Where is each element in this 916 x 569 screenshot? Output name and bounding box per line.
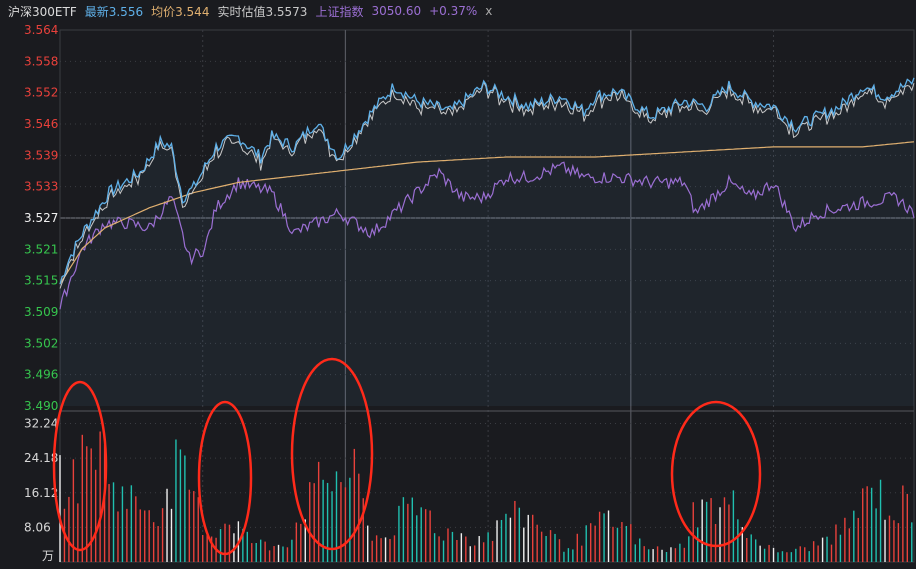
volume-unit-label: 万: [42, 549, 54, 563]
price-tick-label: 3.496: [24, 368, 58, 382]
price-tick-label: 3.546: [24, 117, 58, 131]
price-tick-label: 3.502: [24, 336, 58, 350]
price-tick-label: 3.552: [24, 86, 58, 100]
close-icon[interactable]: x: [485, 4, 492, 18]
volume-bars: [59, 431, 913, 562]
circle-left: [52, 380, 108, 552]
index-value: 3050.60: [371, 4, 422, 18]
volume-tick-label: 16.12: [24, 486, 58, 500]
index-change: +0.37%: [429, 4, 478, 18]
price-lines: [59, 77, 915, 407]
price-tick-label: 3.564: [24, 23, 58, 37]
iopv-value: 实时估值3.5573: [217, 4, 308, 19]
price-axis: 3.564 3.558 3.552 3.546 3.539 3.533 3.527 3.521…: [24, 23, 58, 413]
volume-tick-label: 32.24: [24, 417, 58, 431]
intraday-chart[interactable]: 3.564 3.558 3.552 3.546 3.539 3.533 3.527 3.521…: [0, 22, 916, 569]
price-tick-label: 3.515: [24, 274, 58, 288]
price-tick-label: 3.527: [24, 211, 58, 225]
volume-axis: 32.2424.1816.128.06万: [24, 417, 58, 563]
price-tick-label: 3.558: [24, 54, 58, 68]
etf-name: 沪深300ETF: [8, 4, 77, 19]
price-tick-label: 3.509: [24, 305, 58, 319]
price-area: [60, 77, 914, 407]
index-name: 上证指数: [315, 4, 364, 19]
price-tick-label: 3.533: [24, 180, 58, 194]
volume-tick-label: 8.06: [24, 520, 51, 534]
average-price: 均价3.544: [151, 4, 210, 19]
quote-header: 沪深300ETF 最新3.556 均价3.544 实时估值3.5573 上证指数…: [0, 0, 916, 22]
price-tick-label: 3.521: [24, 242, 58, 256]
price-tick-label: 3.539: [24, 148, 58, 162]
latest-price: 最新3.556: [84, 4, 144, 19]
price-tick-label: 3.490: [24, 399, 58, 413]
